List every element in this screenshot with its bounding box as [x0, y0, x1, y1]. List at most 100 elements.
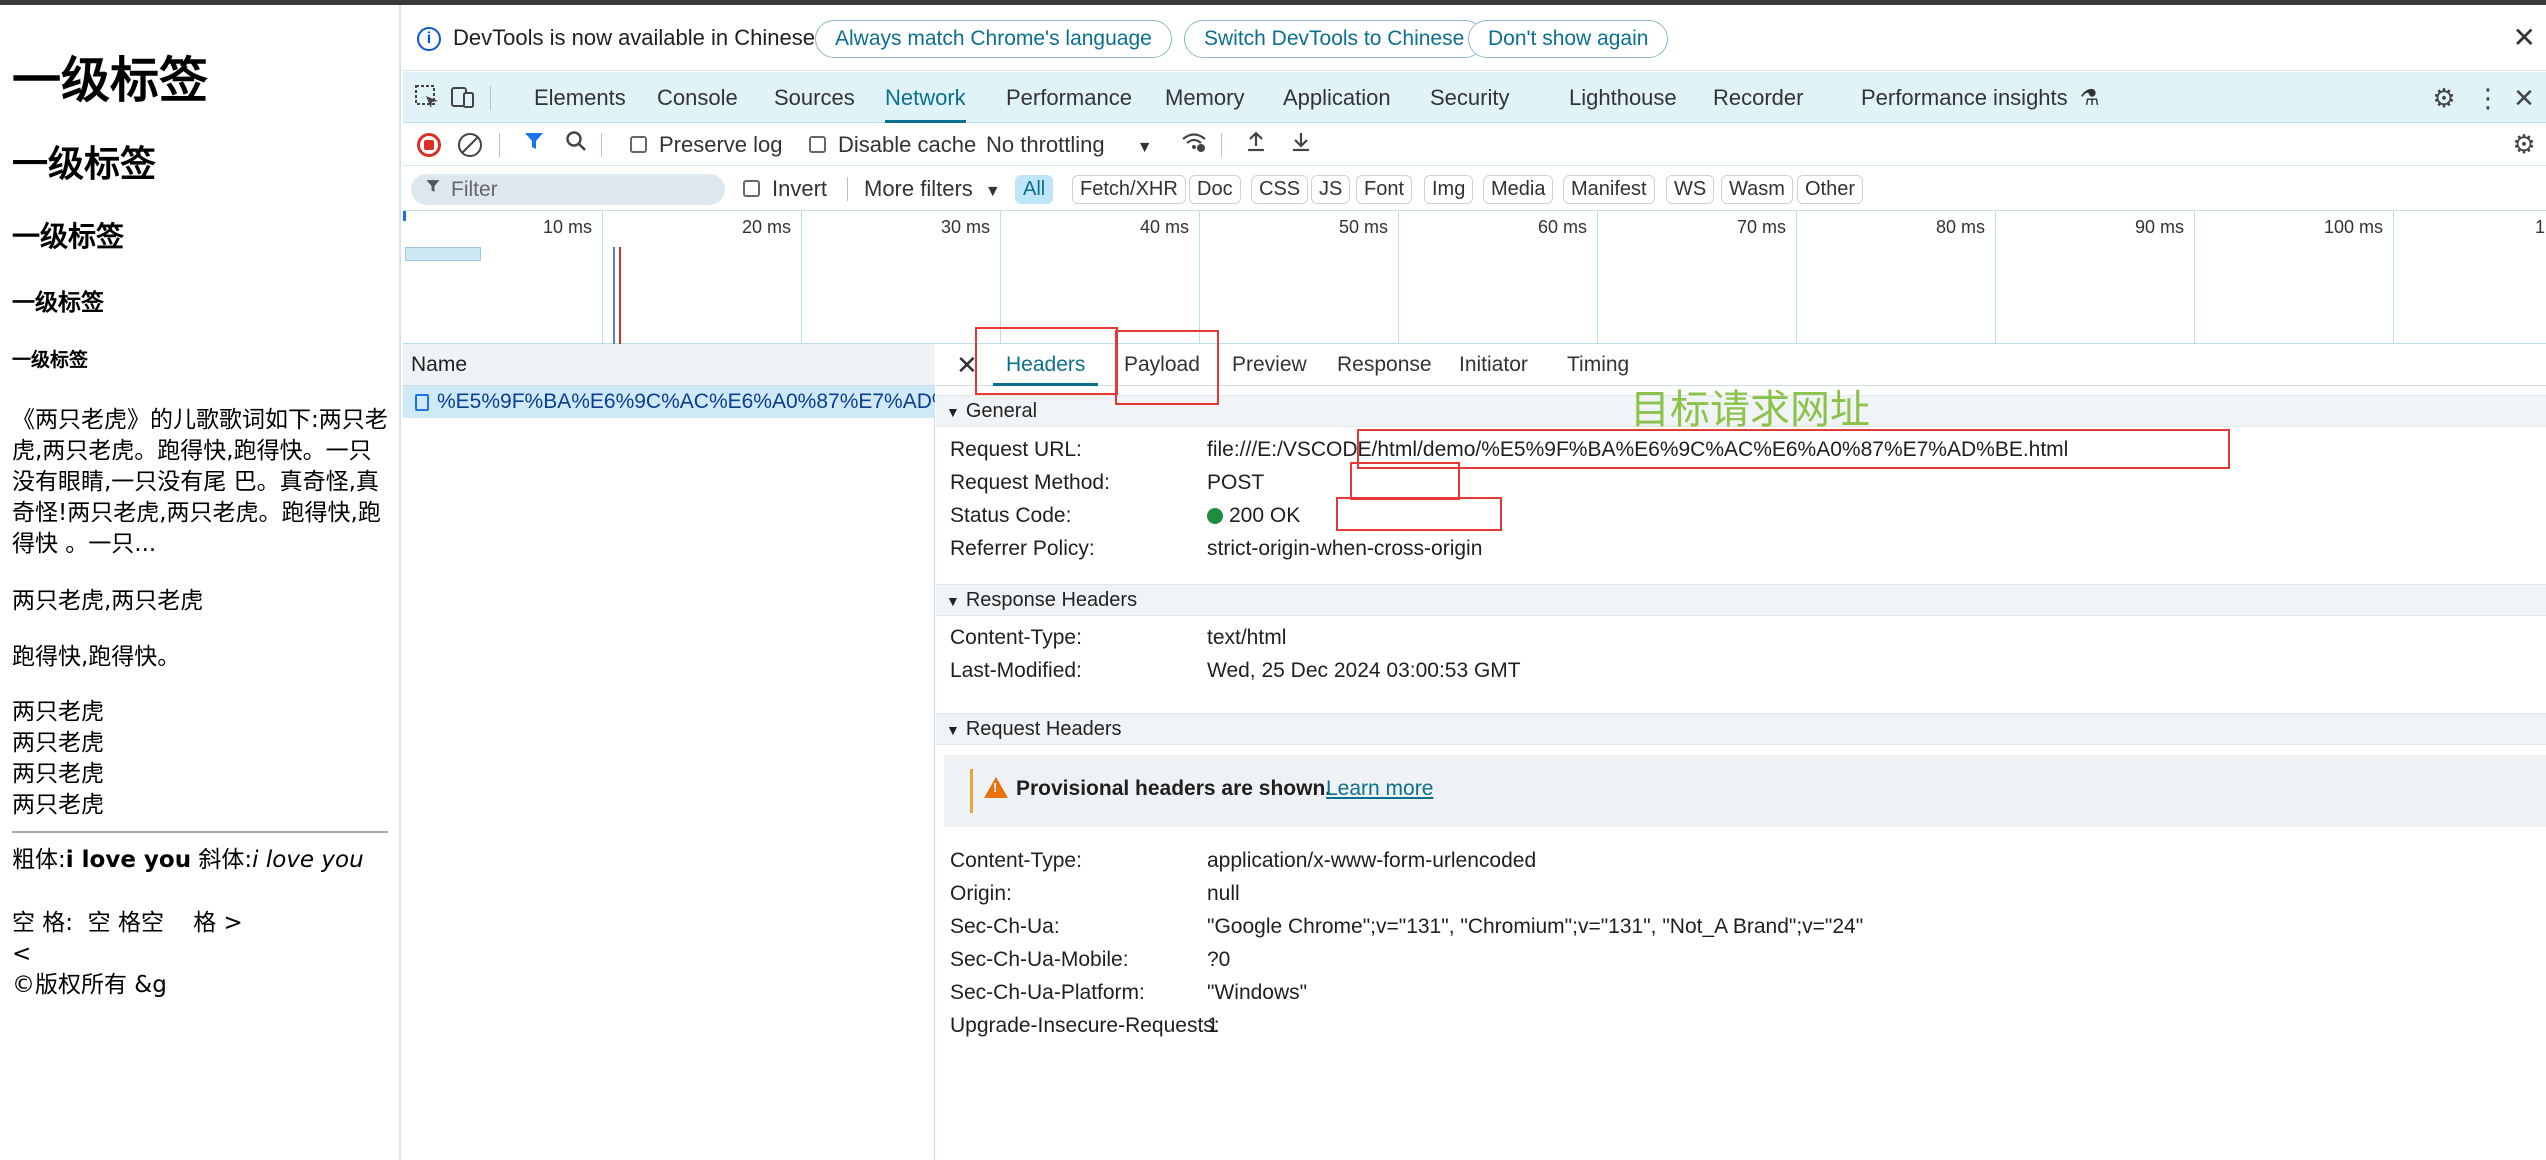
chip-doc[interactable]: Doc [1189, 175, 1241, 204]
text-lines: 两只老虎 两只老虎 两只老虎 两只老虎 [12, 697, 390, 821]
devtools-tab-bar: Elements Console Sources Network Perform… [403, 72, 2546, 123]
chip-ws[interactable]: WS [1666, 175, 1715, 204]
chevron-down-icon: ▼ [1136, 139, 1153, 156]
toolbar-divider [499, 133, 500, 157]
request-header-value: ?0 [1207, 948, 1231, 971]
network-settings-icon[interactable]: ⚙ [2510, 130, 2538, 158]
chip-wasm[interactable]: Wasm [1721, 175, 1793, 204]
timeline-tick-label: 10 ms [543, 217, 593, 237]
chip-css[interactable]: CSS [1251, 175, 1309, 204]
triangle-down-icon: ▼ [946, 722, 960, 738]
dont-show-again-button[interactable]: Don't show again [1468, 20, 1669, 58]
tab-security[interactable]: Security [1430, 72, 1509, 123]
timeline-overview[interactable]: 10 ms 20 ms 30 ms 40 ms 50 ms 60 ms 70 m… [403, 211, 2546, 344]
network-toolbar: Preserve log Disable cache No throttling… [403, 123, 2546, 166]
devtools-panel: i DevTools is now available in Chinese! … [403, 5, 2546, 1160]
upload-icon[interactable] [1242, 130, 1270, 158]
load-event-marker [619, 247, 621, 344]
more-options-icon[interactable]: ⋮ [2474, 84, 2502, 112]
warning-icon [984, 777, 1008, 798]
section-response-headers[interactable]: ▼ Response Headers [936, 584, 2546, 616]
tab-sources[interactable]: Sources [774, 72, 855, 123]
filter-funnel-icon[interactable] [520, 130, 548, 158]
tab-preview[interactable]: Preview [1232, 344, 1307, 386]
network-conditions-icon[interactable] [1180, 130, 1208, 158]
document-icon [415, 394, 429, 411]
chip-all[interactable]: All [1015, 175, 1054, 204]
bold-text: i love you [65, 847, 192, 873]
request-header-key: Origin: [950, 882, 1012, 905]
request-header-value: 1 [1207, 1014, 1219, 1037]
format-paragraph: 粗体:i love you 斜体:i love you [12, 845, 390, 876]
timeline-start-marker [403, 211, 406, 221]
tab-performance[interactable]: Performance [1006, 72, 1132, 123]
request-header-value: null [1207, 882, 1240, 905]
tab-network[interactable]: Network [885, 72, 966, 123]
search-icon[interactable] [562, 130, 590, 158]
preserve-log-checkbox[interactable] [630, 136, 647, 153]
close-icon[interactable]: ✕ [2513, 21, 2536, 54]
text-line: 两只老虎 [12, 761, 104, 787]
annotation-box-status-code [1336, 497, 1502, 531]
status-code-value: 200 OK [1207, 504, 1300, 528]
response-header-value: text/html [1207, 626, 1287, 649]
provisional-headers-warning: Provisional headers are shown. Learn mor… [944, 755, 2546, 827]
request-method-key: Request Method: [950, 471, 1110, 494]
section-request-headers[interactable]: ▼ Request Headers [936, 713, 2546, 745]
timeline-gridline [2194, 211, 2195, 344]
tab-initiator[interactable]: Initiator [1459, 344, 1528, 386]
text-line: 两只老虎 [12, 730, 104, 756]
record-icon[interactable] [417, 133, 441, 157]
tab-performance-insights[interactable]: Performance insights ⚗ [1861, 72, 2100, 123]
throttling-select[interactable]: No throttling ▼ [986, 132, 1153, 158]
request-row[interactable]: %E5%9F%BA%E6%9C%AC%E6%A0%87%E7%AD%BE.htm… [403, 386, 935, 418]
chip-font[interactable]: Font [1356, 175, 1413, 204]
copyright-line: ©版权所有 &g [12, 972, 167, 998]
device-toolbar-icon[interactable] [449, 84, 477, 112]
chip-other[interactable]: Other [1797, 175, 1864, 204]
download-icon[interactable] [1287, 130, 1315, 158]
timeline-tick-label: 30 ms [941, 217, 991, 237]
status-ok-icon [1207, 508, 1223, 524]
request-header-key: Upgrade-Insecure-Requests: [950, 1014, 1220, 1037]
tab-application[interactable]: Application [1283, 72, 1391, 123]
lyrics-paragraph: 《两只老虎》的儿歌歌词如下:两只老 虎,两只老虎。跑得快,跑得快。一只没有眼睛,… [12, 407, 388, 557]
gear-icon[interactable]: ⚙ [2430, 84, 2458, 112]
filter-input[interactable]: Filter [411, 174, 725, 205]
warning-accent-bar [970, 769, 973, 813]
chip-media[interactable]: Media [1483, 175, 1554, 204]
referrer-policy-value: strict-origin-when-cross-origin [1207, 537, 1483, 560]
learn-more-link[interactable]: Learn more [1326, 777, 1433, 801]
heading-2: 一级标签 [12, 144, 157, 185]
referrer-policy-key: Referrer Policy: [950, 537, 1095, 560]
column-header-name[interactable]: Name [403, 344, 935, 386]
tab-elements[interactable]: Elements [534, 72, 626, 123]
tab-memory[interactable]: Memory [1165, 72, 1244, 123]
bold-label: 粗体: [12, 847, 66, 873]
infobar-message: DevTools is now available in Chinese! [453, 25, 822, 50]
timeline-gridline [1796, 211, 1797, 344]
request-header-key: Sec-Ch-Ua-Mobile: [950, 948, 1129, 971]
tab-timing[interactable]: Timing [1567, 344, 1629, 386]
switch-chinese-button[interactable]: Switch DevTools to Chinese [1184, 20, 1485, 58]
tab-response[interactable]: Response [1337, 344, 1432, 386]
request-url-key: Request URL: [950, 438, 1082, 461]
close-devtools-icon[interactable]: ✕ [2510, 84, 2538, 112]
more-filters-dropdown[interactable]: More filters ▼ [864, 176, 1001, 202]
chip-manifest[interactable]: Manifest [1563, 175, 1655, 204]
match-language-button[interactable]: Always match Chrome's language [815, 20, 1172, 58]
tab-recorder[interactable]: Recorder [1713, 72, 1803, 123]
invert-checkbox[interactable] [743, 180, 760, 197]
section-general-title: General [965, 400, 1038, 422]
chip-fetch-xhr[interactable]: Fetch/XHR [1072, 175, 1186, 204]
clear-icon[interactable] [458, 133, 482, 157]
space-line: 空 格: 空 格空 格 > [12, 910, 243, 936]
request-header-key: Sec-Ch-Ua-Platform: [950, 981, 1145, 1004]
tab-console[interactable]: Console [657, 72, 738, 123]
chip-img[interactable]: Img [1424, 175, 1474, 204]
inspect-element-icon[interactable] [413, 84, 441, 112]
disable-cache-checkbox[interactable] [809, 136, 826, 153]
tab-lighthouse[interactable]: Lighthouse [1569, 72, 1677, 123]
horizontal-rule [12, 831, 388, 833]
chip-js[interactable]: JS [1311, 175, 1351, 204]
